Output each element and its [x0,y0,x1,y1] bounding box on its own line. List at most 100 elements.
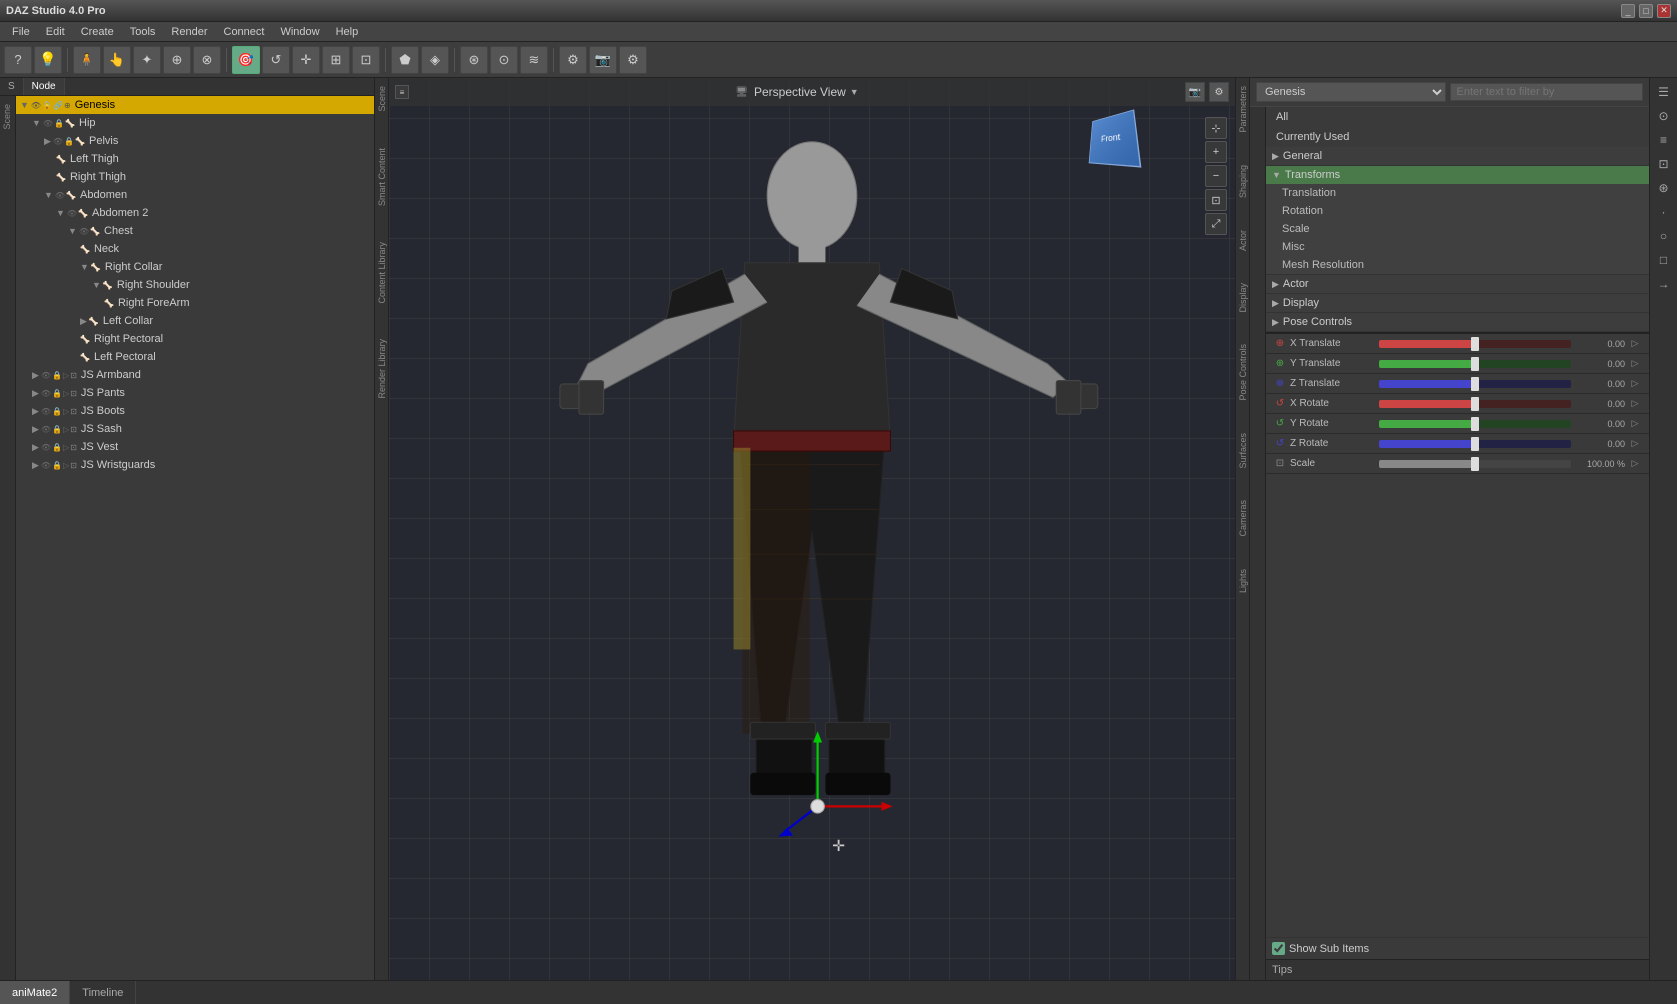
right-icon-dot[interactable]: · [1654,202,1674,222]
tab-s[interactable]: S [0,78,24,95]
z-translate-right-icon[interactable]: ▷ [1627,376,1643,392]
menu-help[interactable]: Help [328,24,367,40]
param-all[interactable]: All [1266,107,1649,127]
tool-universal[interactable]: ⊡ [352,46,380,74]
tool-morph[interactable]: ⊛ [460,46,488,74]
right-icon-box[interactable]: ⊡ [1654,154,1674,174]
tool-param[interactable]: ⚙ [559,46,587,74]
tool-geometry[interactable]: ⬟ [391,46,419,74]
scale-thumb[interactable] [1471,457,1479,471]
show-sub-items-checkbox[interactable] [1272,942,1285,955]
close-button[interactable]: ✕ [1657,4,1671,18]
tree-item-js-vest[interactable]: ▶ 👁 🔒 ▷ ⊡ JS Vest [16,438,374,456]
tool-move[interactable]: ✛ [292,46,320,74]
tree-item-right-forearm[interactable]: 🦴 Right ForeArm [16,294,374,312]
tree-item-js-wristguards[interactable]: ▶ 👁 🔒 ▷ ⊡ JS Wristguards [16,456,374,474]
menu-file[interactable]: File [4,24,38,40]
viewport-cam-btn[interactable]: 📷 [1185,82,1205,102]
genesis-select[interactable]: Genesis [1256,82,1446,102]
tool-active[interactable]: 🎯 [232,46,260,74]
menu-create[interactable]: Create [73,24,122,40]
tree-item-abdomen2[interactable]: ▼ 👁 🦴 Abdomen 2 [16,204,374,222]
vtab-parameters[interactable]: Parameters [1236,78,1249,141]
right-icon-list[interactable]: ≡ [1654,130,1674,150]
tree-item-pelvis[interactable]: ▶ 👁 🔒 🦴 Pelvis [16,132,374,150]
tree-item-js-sash[interactable]: ▶ 👁 🔒 ▷ ⊡ JS Sash [16,420,374,438]
minimize-button[interactable]: _ [1621,4,1635,18]
viewport[interactable]: ≡ 🖥 Perspective View ▼ 📷 ⚙ Front [389,78,1235,980]
z-rotate-thumb[interactable] [1471,437,1479,451]
tool-rotate[interactable]: ✦ [133,46,161,74]
tool-smoothing[interactable]: ≋ [520,46,548,74]
menu-connect[interactable]: Connect [216,24,273,40]
param-group-pose-header[interactable]: ▶ Pose Controls [1266,313,1649,331]
vtab-surfaces[interactable]: Surfaces [1236,425,1249,477]
menu-tools[interactable]: Tools [122,24,164,40]
x-translate-thumb[interactable] [1471,337,1479,351]
param-group-general-header[interactable]: ▶ General [1266,147,1649,165]
right-icon-target[interactable]: ⊛ [1654,178,1674,198]
tool-weight[interactable]: ⊙ [490,46,518,74]
z-rotate-right-icon[interactable]: ▷ [1627,436,1643,452]
tree-item-left-pectoral[interactable]: 🦴 Left Pectoral [16,348,374,366]
right-icon-circle[interactable]: ⊙ [1654,106,1674,126]
tool-pose[interactable]: ↺ [262,46,290,74]
param-rotation[interactable]: Rotation [1266,202,1649,220]
x-translate-track[interactable] [1379,340,1571,348]
param-translation[interactable]: Translation [1266,184,1649,202]
param-group-display-header[interactable]: ▶ Display [1266,294,1649,312]
param-currently-used[interactable]: Currently Used [1266,127,1649,147]
right-icon-circle2[interactable]: ○ [1654,226,1674,246]
y-rotate-right-icon[interactable]: ▷ [1627,416,1643,432]
tool-help[interactable]: ? [4,46,32,74]
bottom-tab-timeline[interactable]: Timeline [70,981,136,1004]
vtab-content-library[interactable]: Content Library [375,234,388,312]
tool-smooth[interactable]: ⊕ [163,46,191,74]
param-misc[interactable]: Misc [1266,238,1649,256]
param-mesh-resolution[interactable]: Mesh Resolution [1266,256,1649,274]
right-icon-arrow[interactable]: → [1654,274,1674,294]
vtab-actor[interactable]: Actor [1236,222,1249,259]
tree-item-right-thigh[interactable]: 🦴 Right Thigh [16,168,374,186]
right-icon-menu[interactable]: ☰ [1654,82,1674,102]
tool-surfaces2[interactable]: ◈ [421,46,449,74]
menu-render[interactable]: Render [163,24,215,40]
x-rotate-right-icon[interactable]: ▷ [1627,396,1643,412]
x-rotate-thumb[interactable] [1471,397,1479,411]
vtab-pose-controls[interactable]: Pose Controls [1236,336,1249,409]
tool-render2[interactable]: 📷 [589,46,617,74]
maximize-button[interactable]: □ [1639,4,1653,18]
tree-item-neck[interactable]: 🦴 Neck [16,240,374,258]
tree-item-right-shoulder[interactable]: ▼ 🦴 Right Shoulder [16,276,374,294]
vtab-cameras[interactable]: Cameras [1236,492,1249,545]
tree-item-right-pectoral[interactable]: 🦴 Right Pectoral [16,330,374,348]
z-translate-track[interactable] [1379,380,1571,388]
tool-select-figure[interactable]: 🧍 [73,46,101,74]
tree-item-js-boots[interactable]: ▶ 👁 🔒 ▷ ⊡ JS Boots [16,402,374,420]
z-rotate-track[interactable] [1379,440,1571,448]
menu-window[interactable]: Window [272,24,327,40]
y-translate-thumb[interactable] [1471,357,1479,371]
x-rotate-track[interactable] [1379,400,1571,408]
viewport-menu-btn[interactable]: ≡ [395,85,409,99]
tree-item-js-armband[interactable]: ▶ 👁 🔒 ▷ ⊡ JS Armband [16,366,374,384]
tool-select-node[interactable]: 👆 [103,46,131,74]
y-translate-right-icon[interactable]: ▷ [1627,356,1643,372]
y-rotate-track[interactable] [1379,420,1571,428]
tree-item-genesis[interactable]: ▼ 👁 🔒 🔗 ⊕ Genesis [16,96,374,114]
vtab-lights[interactable]: Lights [1236,561,1249,601]
x-translate-right-icon[interactable]: ▷ [1627,336,1643,352]
param-group-actor-header[interactable]: ▶ Actor [1266,275,1649,293]
vtab-shaping[interactable]: Shaping [1236,157,1249,206]
param-group-transforms-header[interactable]: ▼ Transforms [1266,166,1649,184]
y-rotate-thumb[interactable] [1471,417,1479,431]
bottom-tab-animate2[interactable]: aniMate2 [0,981,70,1004]
tree-item-left-thigh[interactable]: 🦴 Left Thigh [16,150,374,168]
tool-tip[interactable]: 💡 [34,46,62,74]
menu-edit[interactable]: Edit [38,24,73,40]
tree-item-abdomen[interactable]: ▼ 👁 🦴 Abdomen [16,186,374,204]
vtab-scene[interactable]: Scene [375,78,388,120]
tool-settings[interactable]: ⚙ [619,46,647,74]
tree-item-js-pants[interactable]: ▶ 👁 🔒 ▷ ⊡ JS Pants [16,384,374,402]
scale-track[interactable] [1379,460,1571,468]
